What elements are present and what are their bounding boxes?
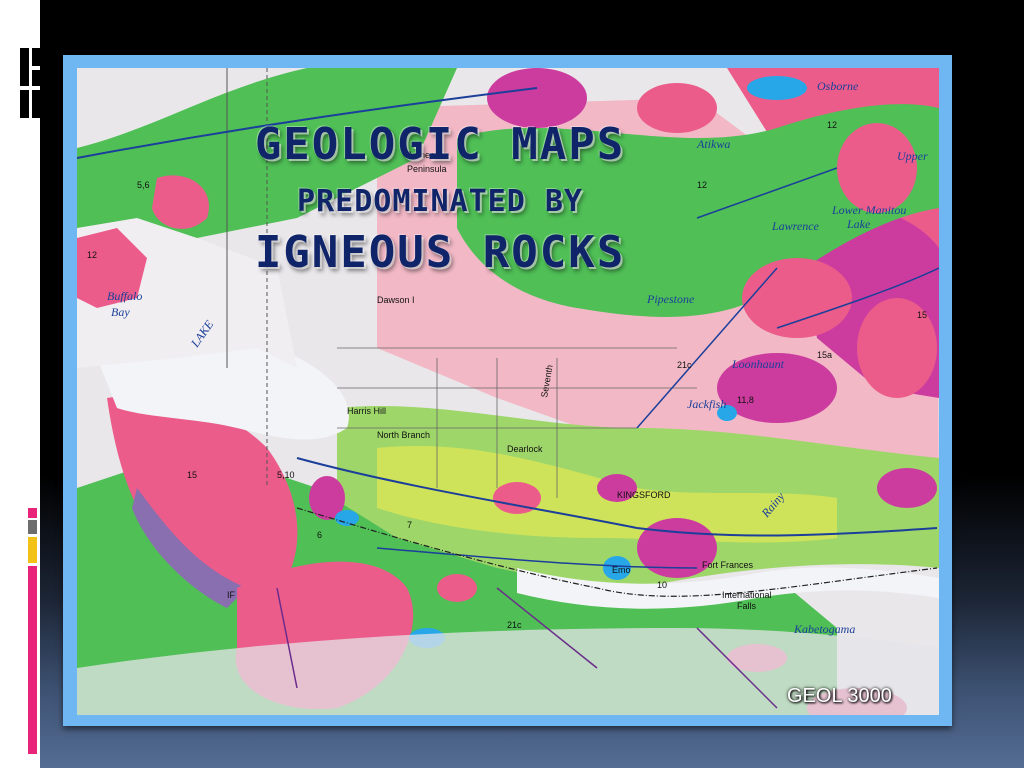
svg-text:KINGSFORD: KINGSFORD xyxy=(617,490,671,500)
svg-text:International: International xyxy=(722,590,772,600)
svg-text:Buffalo: Buffalo xyxy=(107,289,142,303)
decorative-grid-icon xyxy=(20,48,41,118)
svg-text:Lake: Lake xyxy=(846,217,871,231)
svg-text:North Branch: North Branch xyxy=(377,430,430,440)
svg-text:Kabetogama: Kabetogama xyxy=(793,622,855,636)
svg-text:7: 7 xyxy=(407,520,412,530)
svg-text:Lower Manitou: Lower Manitou xyxy=(831,203,906,217)
title-line-3: IGNEOUS ROCKS xyxy=(254,227,626,278)
svg-text:15: 15 xyxy=(917,310,927,320)
slide-title: GEOLOGIC MAPS PREDOMINATED BY IGNEOUS RO… xyxy=(215,120,665,278)
svg-text:Fort Frances: Fort Frances xyxy=(702,560,754,570)
svg-text:IF: IF xyxy=(227,590,236,600)
svg-text:Atikwa: Atikwa xyxy=(696,137,730,151)
svg-text:Lawrence: Lawrence xyxy=(771,219,820,233)
svg-text:6: 6 xyxy=(317,530,322,540)
svg-text:Dearlock: Dearlock xyxy=(507,444,543,454)
svg-text:15: 15 xyxy=(187,470,197,480)
title-line-2: PREDOMINATED BY xyxy=(297,184,583,219)
svg-text:12: 12 xyxy=(827,120,837,130)
svg-text:Bay: Bay xyxy=(111,305,130,319)
title-line-1: GEOLOGIC MAPS xyxy=(254,119,626,170)
svg-text:12: 12 xyxy=(87,250,97,260)
svg-text:Falls: Falls xyxy=(737,601,757,611)
svg-text:Upper: Upper xyxy=(897,149,928,163)
svg-text:21c: 21c xyxy=(507,620,522,630)
svg-text:15a: 15a xyxy=(817,350,832,360)
svg-text:5,10: 5,10 xyxy=(277,470,295,480)
svg-text:21c: 21c xyxy=(677,360,692,370)
svg-text:Jackfish: Jackfish xyxy=(687,397,726,411)
svg-text:Emo: Emo xyxy=(612,565,631,575)
svg-text:10: 10 xyxy=(657,580,667,590)
svg-text:Harris Hill: Harris Hill xyxy=(347,406,386,416)
svg-text:Loonhaunt: Loonhaunt xyxy=(731,357,785,371)
svg-text:Dawson I: Dawson I xyxy=(377,295,415,305)
svg-text:Pipestone: Pipestone xyxy=(646,292,695,306)
svg-text:5,6: 5,6 xyxy=(137,180,150,190)
svg-text:11,8: 11,8 xyxy=(737,395,754,405)
course-label: GEOL 3000 xyxy=(787,685,892,707)
svg-text:12: 12 xyxy=(697,180,707,190)
svg-text:Osborne: Osborne xyxy=(817,79,859,93)
